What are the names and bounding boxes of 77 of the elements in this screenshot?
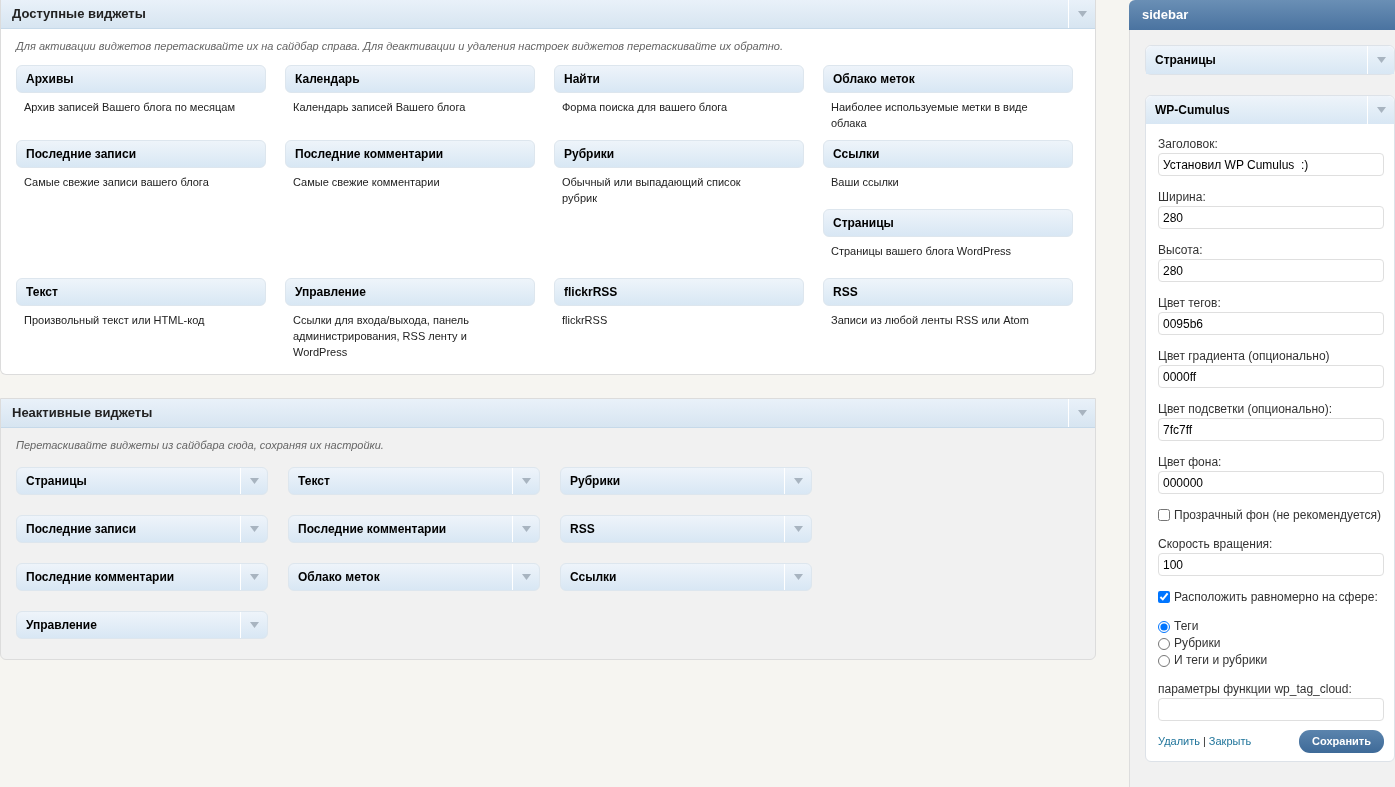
widget-link[interactable]: Удалить [1158,735,1200,747]
widget-title: Рубрики [569,473,622,490]
input-field[interactable]: 000000 [1158,471,1384,494]
widget-title[interactable]: Ссылки [823,139,1073,168]
input-field[interactable]: 7fc7ff [1158,418,1384,441]
widget-description: Обычный или выпадающий список рубрик [561,174,742,206]
checkbox-label: Прозрачный фон (не рекомендуется) [1174,507,1382,524]
widget-bar[interactable]: Последние комментарии [288,515,540,543]
widget-title[interactable]: RSS [823,277,1073,306]
widget-description: Календарь записей Вашего блога [292,99,467,115]
widget-description: Страницы вашего блога WordPress [830,243,1013,259]
widget-title[interactable]: Последние комментарии [285,139,535,168]
widget-bar[interactable]: Страницы [16,467,268,495]
widget-title: Последние комментарии [25,569,176,586]
widget-title[interactable]: Рубрики [554,139,804,168]
field-label: Цвет фона: [1158,454,1223,470]
separator-text: | [1202,735,1207,747]
widget-bar[interactable]: Облако меток [288,563,540,591]
widget-description: Ваши ссылки [830,174,900,190]
widget-description: Произвольный текст или HTML-код [23,312,206,328]
widget-title: Последние записи [25,521,137,538]
widget-title[interactable]: Календарь [285,64,535,93]
field-label: Цвет градиента (опционально) [1158,348,1331,364]
widget-title: Страницы [25,473,88,490]
widget-title[interactable]: Последние записи [16,139,266,168]
widget-description: Форма поиска для вашего блога [561,99,729,115]
radio-label: Рубрики [1174,635,1221,652]
widget-title: Последние комментарии [297,521,448,538]
widget-bar[interactable]: RSS [560,515,812,543]
widget-bar[interactable]: Текст [288,467,540,495]
widget-description: Самые свежие комментарии [292,174,441,190]
widget-title[interactable]: Текст [16,277,266,306]
widget-title[interactable]: flickrRSS [554,277,804,306]
checkbox-label: Расположить равномерно на сфере: [1174,589,1378,606]
input-field[interactable]: 100 [1158,553,1384,576]
hint-text: Перетаскивайте виджеты из сайдбара сюда, сохраняя их настройки. [15,437,385,453]
field-label: Высота: [1158,242,1204,258]
hint-text: Для активации виджетов перетаскивайте их на сайдбар справа. Для деактивации и удаления настроек виджетов перетаскивайте их обратно. [14,39,785,54]
input-field[interactable]: 280 [1158,259,1384,282]
widget-title: Текст [297,473,331,490]
field-label: Цвет подсветки (опционально): [1158,401,1334,417]
field-label: Заголовок: [1158,136,1219,152]
widget-description: Наиболее используемые метки в виде облака [830,99,1029,131]
widget-description: Архив записей Вашего блога по месяцам [23,99,236,115]
sidebar-header: sidebar [1129,0,1395,30]
widget-title: Управление [25,617,98,634]
widget-title[interactable]: Облако меток [823,64,1073,93]
radio-label: И теги и рубрики [1174,652,1268,669]
widget-title[interactable]: Архивы [16,64,266,93]
widget-title: Ссылки [569,569,618,586]
widget-bar[interactable]: Управление [16,611,268,639]
widget-title: RSS [569,521,596,538]
widget-title: Облако меток [297,569,381,586]
input-field[interactable]: 0095b6 [1158,312,1384,335]
field-label: Скорость вращения: [1158,536,1274,552]
widget-bar[interactable]: Последние записи [16,515,268,543]
input-field[interactable]: 0000ff [1158,365,1384,388]
widget-title[interactable]: Управление [285,277,535,306]
widget-bar[interactable]: Последние комментарии [16,563,268,591]
widget-bar[interactable]: Рубрики [560,467,812,495]
radio-label: Теги [1174,618,1199,635]
widget-link[interactable]: Закрыть [1208,735,1252,747]
widget-description: Ссылки для входа/выхода, панель администрирования, RSS ленту и WordPress [292,312,471,360]
save-button[interactable]: Сохранить [1299,730,1384,753]
panel-title: Доступные виджеты [11,5,147,24]
widget-title[interactable]: Найти [554,64,804,93]
field-label: Ширина: [1158,189,1207,205]
input-field[interactable]: Установил WP Cumulus :) [1158,153,1384,176]
widget-bar[interactable]: Ссылки [560,563,812,591]
widget-description: Записи из любой ленты RSS или Atom [830,312,1030,328]
field-label: параметры функции wp_tag_cloud: [1158,681,1353,697]
field-label: Цвет тегов: [1158,295,1222,311]
input-field[interactable]: 280 [1158,206,1384,229]
widget-description: flickrRSS [561,312,609,328]
panel-title: Неактивные виджеты [11,403,154,422]
widget-title[interactable]: Страницы [823,208,1073,237]
widget-description: Самые свежие записи вашего блога [23,174,210,190]
